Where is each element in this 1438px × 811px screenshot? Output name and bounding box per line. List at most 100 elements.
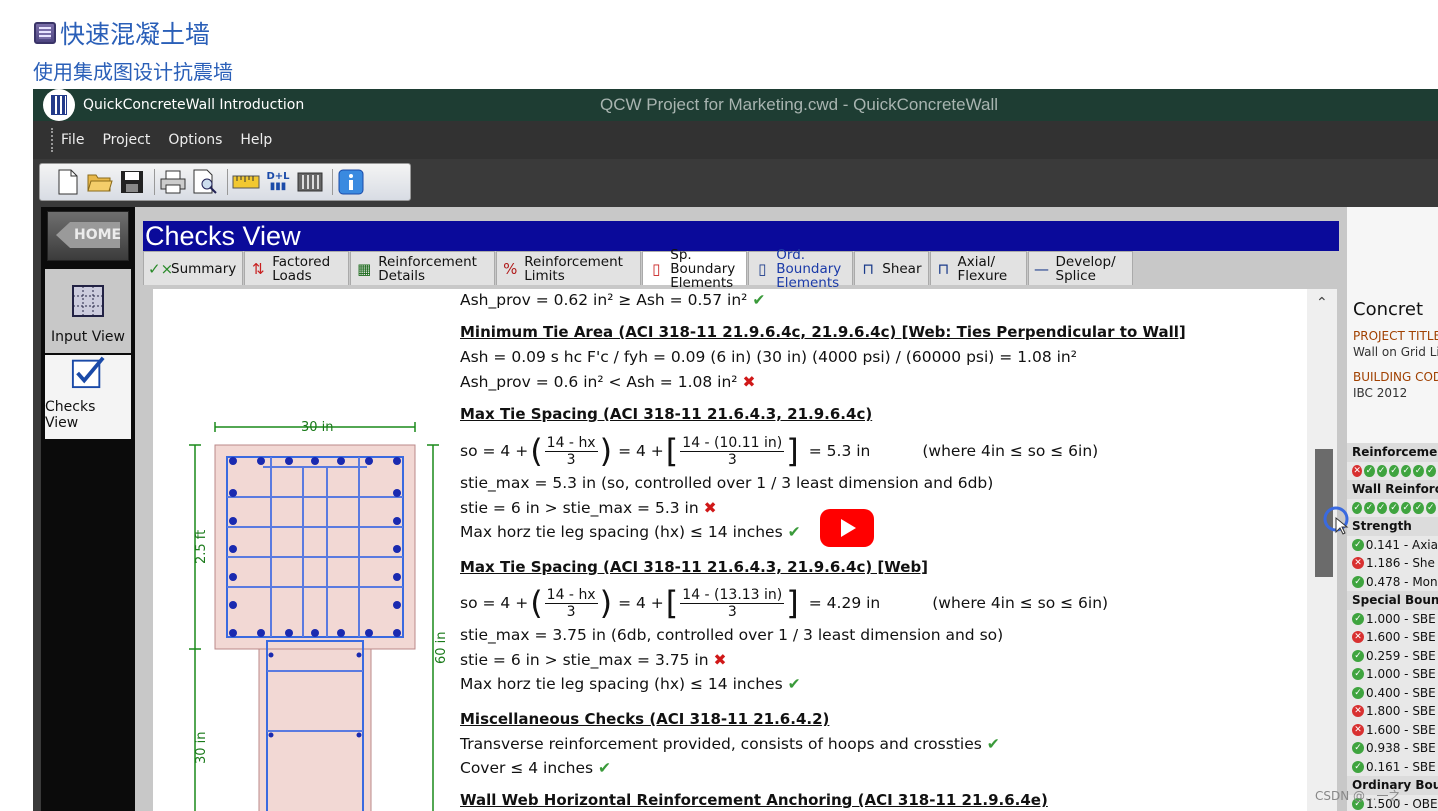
summary-group-header: Strength bbox=[1347, 517, 1438, 536]
pass-icon: ✓ bbox=[1401, 464, 1412, 477]
summary-item: ✕ 1.600 - SBE bbox=[1347, 628, 1438, 647]
summary-item: ✕ 1.186 - She bbox=[1347, 554, 1438, 573]
pass-icon: ✓ bbox=[1364, 464, 1375, 477]
pass-icon: ✓ bbox=[1352, 649, 1364, 662]
calc-text: Ash_prov = 0.62 in² ≥ Ash = 0.57 in² bbox=[460, 291, 748, 309]
save-icon[interactable] bbox=[118, 168, 146, 196]
building-code-value: IBC 2012 bbox=[1353, 386, 1408, 400]
section-heading: Minimum Tie Area (ACI 318-11 21.9.6.4c, … bbox=[460, 323, 1186, 341]
pass-icon: ✓ bbox=[1352, 538, 1364, 551]
print-icon[interactable] bbox=[159, 168, 187, 196]
pass-icon: ✓ bbox=[1425, 464, 1436, 477]
summary-item-text: 0.478 - Mon bbox=[1366, 574, 1438, 589]
top-height-dimension: 2.5 ft bbox=[194, 530, 209, 564]
calc-line: Max horz tie leg spacing (hx) ≤ 14 inche… bbox=[460, 675, 801, 693]
scroll-up-icon[interactable]: ⌃ bbox=[1316, 295, 1328, 311]
calc-line: Max horz tie leg spacing (hx) ≤ 14 inche… bbox=[460, 523, 801, 541]
summary-item: ✓ 1.000 - SBE bbox=[1347, 610, 1438, 629]
sidebar: HOME Input View Checks View bbox=[41, 207, 135, 811]
tab-axial-flexure[interactable]: ⊓ Axial/ Flexure bbox=[929, 251, 1027, 285]
tab-reinforcement-limits[interactable]: % Reinforcement Limits bbox=[496, 251, 642, 285]
check-icon: ✔ bbox=[986, 735, 1000, 753]
checks-view-label: Checks View bbox=[45, 399, 96, 431]
project-title-value: Wall on Grid Li bbox=[1353, 345, 1438, 359]
video-title[interactable]: QuickConcreteWall Introduction bbox=[83, 97, 304, 113]
summary-panel: Concret PROJECT TITLE Wall on Grid Li BU… bbox=[1347, 207, 1438, 811]
input-view-button[interactable]: Input View bbox=[45, 269, 131, 353]
summary-group-header: Wall Reinforc bbox=[1347, 480, 1438, 499]
project-title-label: PROJECT TITLE bbox=[1353, 329, 1438, 343]
video-title-bar: QuickConcreteWall Introduction QCW Proje… bbox=[33, 89, 1438, 121]
tab-factored-loads[interactable]: ⇅ Factored Loads bbox=[244, 251, 350, 285]
calc-text: stie = 6 in > stie_max = 5.3 in bbox=[460, 499, 699, 517]
summary-group-header: Special Boun bbox=[1347, 591, 1438, 610]
tab-develop-splice[interactable]: — Develop/ Splice bbox=[1027, 251, 1133, 285]
home-button[interactable]: HOME bbox=[47, 211, 129, 261]
pass-icon: ✓ bbox=[1376, 501, 1387, 514]
summary-item-text: 0.141 - Axia bbox=[1365, 537, 1438, 552]
fail-icon: ✕ bbox=[1352, 557, 1364, 570]
calc-line: stie_max = 5.3 in (so, controlled over 1… bbox=[460, 474, 994, 492]
summary-item: ✓ 0.400 - SBE bbox=[1347, 684, 1438, 703]
section-heading: Max Tie Spacing (ACI 318-11 21.6.4.3, 21… bbox=[460, 558, 929, 576]
pass-icon: ✓ bbox=[1413, 501, 1424, 514]
input-view-label: Input View bbox=[51, 329, 125, 345]
open-folder-icon[interactable] bbox=[86, 168, 114, 196]
youtube-play-button[interactable] bbox=[820, 509, 874, 547]
tab-reinforcement-details[interactable]: ▦ Reinforcement Details bbox=[350, 251, 496, 285]
new-file-icon[interactable] bbox=[54, 168, 82, 196]
calc-line: Ash_prov = 0.6 in² < Ash = 1.08 in² ✖ bbox=[460, 373, 755, 391]
ruler-icon[interactable] bbox=[232, 168, 260, 196]
rebar-icon[interactable] bbox=[296, 168, 324, 196]
print-preview-icon[interactable] bbox=[191, 168, 219, 196]
formula-text: = 4 + bbox=[618, 442, 664, 460]
pass-icon: ✓ bbox=[1352, 612, 1364, 625]
calc-text: stie = 6 in > stie_max = 3.75 in bbox=[460, 651, 709, 669]
menu-options[interactable]: Options bbox=[168, 132, 222, 148]
summary-item-text: 1.600 - SBE bbox=[1366, 722, 1436, 737]
tab-icon: ▯ bbox=[758, 259, 767, 278]
pass-icon: ✓ bbox=[1388, 464, 1400, 477]
tab-icon: ▦ bbox=[357, 259, 372, 278]
pass-icon: ✓ bbox=[1364, 501, 1375, 514]
calc-line: Ash = 0.09 s hc F'c / fyh = 0.09 (6 in) … bbox=[460, 348, 1077, 366]
channel-avatar[interactable] bbox=[43, 89, 75, 121]
tab-label: Develop/ Splice bbox=[1055, 253, 1116, 284]
calc-line: Cover ≤ 4 inches ✔ bbox=[460, 759, 611, 777]
vertical-scrollbar[interactable]: ⌃ bbox=[1307, 289, 1337, 811]
video-player[interactable]: QuickConcreteWall Introduction QCW Proje… bbox=[33, 89, 1438, 811]
section-heading: Miscellaneous Checks (ACI 318-11 21.6.4.… bbox=[460, 710, 830, 728]
summary-item-text: 0.161 - SBE bbox=[1366, 759, 1436, 774]
check-icon: ✔ bbox=[598, 759, 612, 777]
calc-line: Transverse reinforcement provided, consi… bbox=[460, 735, 1000, 753]
summary-item: ✓ 0.161 - SBE bbox=[1347, 758, 1438, 777]
summary-item: ✕ 1.800 - SBE bbox=[1347, 702, 1438, 721]
tab-label: Factored Loads bbox=[272, 253, 331, 284]
summary-item-text: 1.000 - SBE bbox=[1366, 667, 1436, 682]
tab-icon: — bbox=[1034, 259, 1050, 278]
formula-note: (where 4in ≤ so ≤ 6in) bbox=[932, 594, 1109, 612]
tab-icon: ⊓ bbox=[862, 259, 875, 278]
menu-project[interactable]: Project bbox=[102, 132, 150, 148]
fraction-numerator: 14 - (10.11 in) bbox=[680, 434, 785, 452]
fail-icon: ✖ bbox=[742, 373, 756, 391]
fraction-numerator: 14 - hx bbox=[544, 586, 598, 604]
summary-item-text: 1.600 - SBE bbox=[1366, 630, 1436, 645]
tab-icon: ▯ bbox=[652, 259, 661, 278]
tab-shear[interactable]: ⊓ Shear bbox=[854, 251, 929, 285]
info-icon[interactable] bbox=[337, 168, 365, 196]
tab-summary[interactable]: ✓× Summary bbox=[143, 251, 244, 285]
fraction-numerator: 14 - hx bbox=[544, 434, 598, 452]
tab-icon: ✓× bbox=[148, 259, 174, 278]
formula-line: so = 4 + ( 14 - hx 3 ) = 4 + [ 14 - (13.1… bbox=[460, 584, 1109, 622]
menu-file[interactable]: File bbox=[61, 132, 84, 148]
tab-label: Reinforcement Details bbox=[378, 253, 477, 284]
menu-help[interactable]: Help bbox=[240, 132, 272, 148]
calc-line: stie = 6 in > stie_max = 3.75 in ✖ bbox=[460, 651, 726, 669]
tab-ord-boundary-elements[interactable]: ▯ Ord. Boundary Elements bbox=[748, 248, 854, 290]
tab-sp-boundary-elements[interactable]: ▯ Sp. Boundary Elements bbox=[642, 248, 748, 290]
tab-label: Reinforcement Limits bbox=[524, 253, 623, 284]
checks-view-button[interactable]: Checks View bbox=[45, 355, 131, 439]
pass-icon: ✓ bbox=[1352, 668, 1364, 681]
load-combination-icon[interactable]: D+L ▮▮▮ bbox=[264, 168, 292, 196]
